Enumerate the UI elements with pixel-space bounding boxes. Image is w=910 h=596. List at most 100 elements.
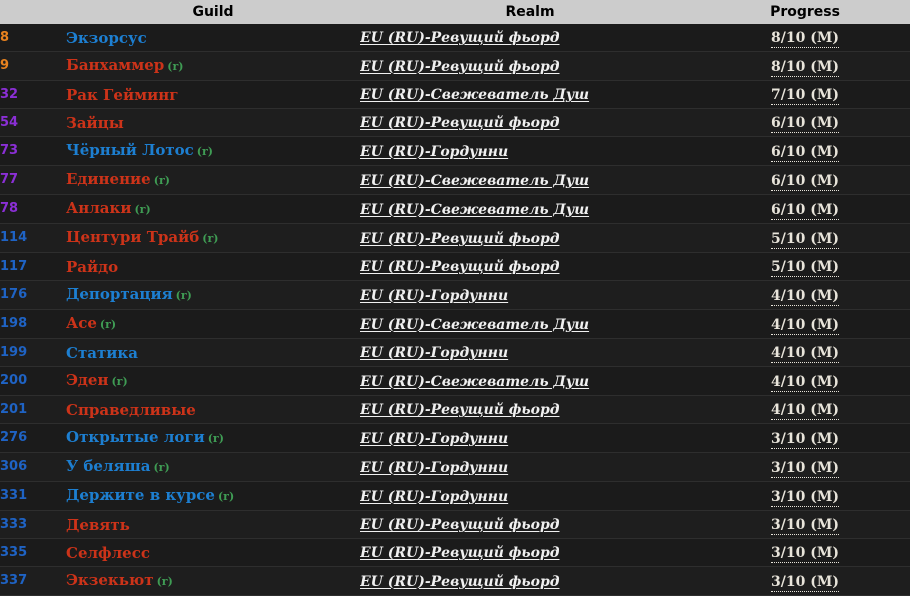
progress-value[interactable]: 4/10 (M) xyxy=(771,402,839,420)
progress-value[interactable]: 4/10 (M) xyxy=(771,316,839,335)
guild-cell[interactable]: Райдо xyxy=(66,253,360,281)
guild-cell[interactable]: Держите в курсе (r) xyxy=(66,482,360,511)
progress-value[interactable]: 6/10 (M) xyxy=(771,143,839,162)
realm-link[interactable]: EU (RU)-Ревущий фьорд xyxy=(360,231,560,247)
realm-link[interactable]: EU (RU)-Гордунни xyxy=(360,288,508,304)
guild-name[interactable]: Рак Гейминг xyxy=(66,86,178,104)
guild-name[interactable]: Держите в курсе xyxy=(66,486,215,504)
realm-link[interactable]: EU (RU)-Гордунни xyxy=(360,431,508,447)
guild-cell[interactable]: Статика xyxy=(66,339,360,367)
realm-link[interactable]: EU (RU)-Свежеватель Душ xyxy=(360,202,589,218)
guild-cell[interactable]: Банхаммер (r) xyxy=(66,52,360,81)
progress-value[interactable]: 3/10 (M) xyxy=(771,545,839,563)
progress-value[interactable]: 4/10 (M) xyxy=(771,287,839,306)
table-row[interactable]: 54 Зайцы EU (RU)-Ревущий фьорд 6/10 (M) xyxy=(0,108,910,137)
table-row[interactable]: 199 Статика EU (RU)-Гордунни 4/10 (M) xyxy=(0,338,910,367)
guild-name[interactable]: Экзекьют xyxy=(66,571,154,589)
guild-name[interactable]: Справедливые xyxy=(66,401,196,419)
guild-name[interactable]: Статика xyxy=(66,344,138,362)
guild-name[interactable]: Чёрный Лотос xyxy=(66,141,194,159)
table-row[interactable]: 114 Центури Трайб (r) EU (RU)-Ревущий фьорд… xyxy=(0,223,910,253)
guild-name[interactable]: Банхаммер xyxy=(66,56,164,74)
column-header-rank[interactable] xyxy=(0,0,66,24)
guild-name[interactable]: Депортация xyxy=(66,285,173,303)
guild-cell[interactable]: Экзекьют (r) xyxy=(66,567,360,596)
realm-link[interactable]: EU (RU)-Ревущий фьорд xyxy=(360,517,560,533)
guild-cell[interactable]: Селфлесс xyxy=(66,539,360,567)
realm-link[interactable]: EU (RU)-Ревущий фьорд xyxy=(360,574,560,590)
realm-link[interactable]: EU (RU)-Свежеватель Душ xyxy=(360,317,589,333)
guild-name[interactable]: Экзорсус xyxy=(66,29,147,47)
guild-name[interactable]: Зайцы xyxy=(66,114,124,132)
progress-value[interactable]: 4/10 (M) xyxy=(771,373,839,392)
guild-name[interactable]: Райдо xyxy=(66,258,118,276)
realm-link[interactable]: EU (RU)-Свежеватель Душ xyxy=(360,173,589,189)
guild-cell[interactable]: Рак Гейминг xyxy=(66,81,360,109)
table-row[interactable]: 201 Справедливые EU (RU)-Ревущий фьорд 4/10… xyxy=(0,395,910,424)
table-row[interactable]: 8 Экзорсус EU (RU)-Ревущий фьорд 8/10 (M) xyxy=(0,24,910,52)
table-row[interactable]: 200 Эден (r) EU (RU)-Свежеватель Душ 4/10 (M… xyxy=(0,366,910,396)
table-row[interactable]: 176 Депортация (r) EU (RU)-Гордунни 4/10 (M) xyxy=(0,280,910,310)
table-row[interactable]: 77 Единение (r) EU (RU)-Свежеватель Душ 6/10… xyxy=(0,165,910,195)
guild-name[interactable]: Селфлесс xyxy=(66,544,150,562)
realm-link[interactable]: EU (RU)-Гордунни xyxy=(360,460,508,476)
table-row[interactable]: 306 У беляша (r) EU (RU)-Гордунни 3/10 (M) xyxy=(0,452,910,482)
guild-cell[interactable]: Депортация (r) xyxy=(66,281,360,310)
realm-link[interactable]: EU (RU)-Ревущий фьорд xyxy=(360,30,560,46)
progress-value[interactable]: 8/10 (M) xyxy=(771,30,839,48)
progress-value[interactable]: 6/10 (M) xyxy=(771,201,839,220)
progress-value[interactable]: 5/10 (M) xyxy=(771,259,839,277)
guild-name[interactable]: Анлаки xyxy=(66,199,131,217)
realm-link[interactable]: EU (RU)-Ревущий фьорд xyxy=(360,115,560,131)
table-row[interactable]: 335 Селфлесс EU (RU)-Ревущий фьорд 3/10 (M) xyxy=(0,538,910,567)
realm-link[interactable]: EU (RU)-Свежеватель Душ xyxy=(360,374,589,390)
progress-value[interactable]: 3/10 (M) xyxy=(771,573,839,592)
realm-link[interactable]: EU (RU)-Ревущий фьорд xyxy=(360,402,560,418)
guild-cell[interactable]: Анлаки (r) xyxy=(66,195,360,224)
table-row[interactable]: 276 Открытые логи (r) EU (RU)-Гордунни 3/10 … xyxy=(0,423,910,453)
progress-value[interactable]: 5/10 (M) xyxy=(771,230,839,249)
guild-cell[interactable]: Экзорсус xyxy=(66,24,360,52)
table-row[interactable]: 331 Держите в курсе (r) EU (RU)-Гордунни 3/1… xyxy=(0,481,910,511)
guild-name[interactable]: Центури Трайб xyxy=(66,228,199,246)
table-row[interactable]: 9 Банхаммер (r) EU (RU)-Ревущий фьорд 8/10 (… xyxy=(0,51,910,81)
guild-cell[interactable]: Девять xyxy=(66,511,360,539)
column-header-guild[interactable]: Guild xyxy=(66,0,360,24)
progress-value[interactable]: 3/10 (M) xyxy=(771,459,839,478)
guild-name[interactable]: Девять xyxy=(66,516,130,534)
table-row[interactable]: 198 Асе (r) EU (RU)-Свежеватель Душ 4/10 (M) xyxy=(0,309,910,339)
progress-value[interactable]: 8/10 (M) xyxy=(771,58,839,77)
realm-link[interactable]: EU (RU)-Ревущий фьорд xyxy=(360,59,560,75)
realm-link[interactable]: EU (RU)-Гордунни xyxy=(360,144,508,160)
table-row[interactable]: 73 Чёрный Лотос (r) EU (RU)-Гордунни 6/10 (M… xyxy=(0,136,910,166)
guild-cell[interactable]: У беляша (r) xyxy=(66,453,360,482)
column-header-progress[interactable]: Progress xyxy=(700,0,910,24)
guild-name[interactable]: Эден xyxy=(66,371,108,389)
guild-cell[interactable]: Открытые логи (r) xyxy=(66,424,360,453)
progress-value[interactable]: 3/10 (M) xyxy=(771,517,839,535)
guild-name[interactable]: Единение xyxy=(66,170,151,188)
guild-name[interactable]: Открытые логи xyxy=(66,428,205,446)
realm-link[interactable]: EU (RU)-Гордунни xyxy=(360,345,508,361)
realm-link[interactable]: EU (RU)-Ревущий фьорд xyxy=(360,259,560,275)
progress-value[interactable]: 3/10 (M) xyxy=(771,430,839,449)
guild-cell[interactable]: Единение (r) xyxy=(66,166,360,195)
guild-cell[interactable]: Чёрный Лотос (r) xyxy=(66,137,360,166)
progress-value[interactable]: 6/10 (M) xyxy=(771,172,839,191)
progress-value[interactable]: 4/10 (M) xyxy=(771,345,839,363)
table-row[interactable]: 117 Райдо EU (RU)-Ревущий фьорд 5/10 (M) xyxy=(0,252,910,281)
table-row[interactable]: 333 Девять EU (RU)-Ревущий фьорд 3/10 (M) xyxy=(0,510,910,539)
progress-value[interactable]: 7/10 (M) xyxy=(771,87,839,105)
guild-name[interactable]: У беляша xyxy=(66,457,150,475)
guild-cell[interactable]: Эден (r) xyxy=(66,367,360,396)
realm-link[interactable]: EU (RU)-Гордунни xyxy=(360,489,508,505)
guild-name[interactable]: Асе xyxy=(66,314,97,332)
column-header-realm[interactable]: Realm xyxy=(360,0,700,24)
table-row[interactable]: 337 Экзекьют (r) EU (RU)-Ревущий фьорд 3/10 … xyxy=(0,566,910,596)
realm-link[interactable]: EU (RU)-Свежеватель Душ xyxy=(360,87,589,103)
guild-cell[interactable]: Асе (r) xyxy=(66,310,360,339)
guild-cell[interactable]: Зайцы xyxy=(66,109,360,137)
table-row[interactable]: 32 Рак Гейминг EU (RU)-Свежеватель Душ 7/10… xyxy=(0,80,910,109)
realm-link[interactable]: EU (RU)-Ревущий фьорд xyxy=(360,545,560,561)
progress-value[interactable]: 3/10 (M) xyxy=(771,488,839,507)
